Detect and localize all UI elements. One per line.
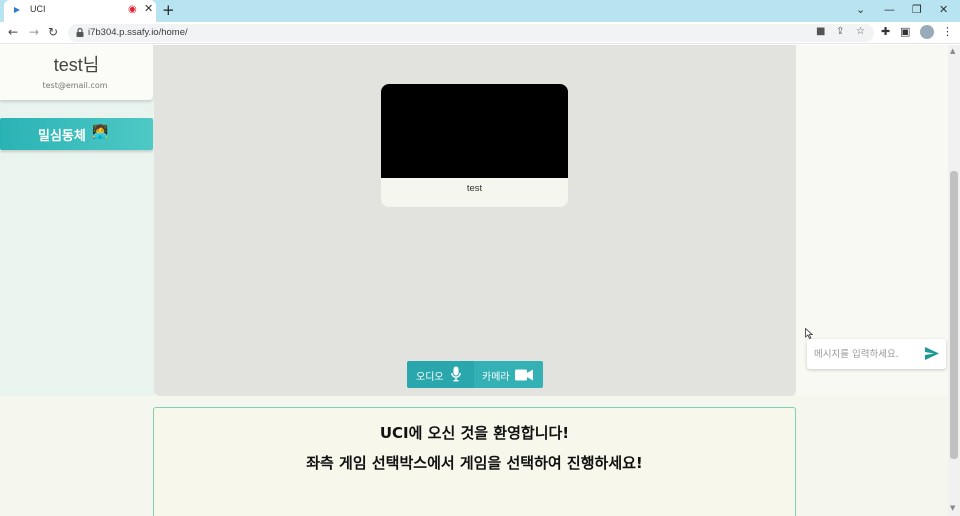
channel-button-label: 밀심동체: [38, 129, 86, 144]
welcome-panel: UCI에 오신 것을 환영합니다! 좌측 게임 선택박스에서 게임을 선택하여 …: [153, 407, 796, 516]
technologist-emoji-icon: 👩‍💻: [92, 125, 109, 140]
channel-button[interactable]: 밀심동체 👩‍💻: [0, 118, 153, 150]
video-camera-icon: [515, 369, 533, 381]
recording-indicator-icon[interactable]: ◉: [128, 4, 137, 15]
scroll-up-arrow-icon[interactable]: ▲: [950, 47, 955, 55]
user-email: test@email.com: [42, 81, 108, 90]
profile-card: test님 test@email.com: [0, 45, 153, 100]
camera-toggle-button[interactable]: 카메라: [474, 361, 543, 388]
extensions-icon[interactable]: ✚: [881, 25, 890, 38]
tab-search-icon[interactable]: ⌄: [856, 3, 865, 16]
chat-input-box: [807, 339, 946, 369]
reload-icon[interactable]: ↻: [48, 25, 58, 39]
tab-title: UCI: [30, 4, 46, 14]
page-content: test님 test@email.com 밀심동체 👩‍💻 test 오디오 카…: [0, 45, 948, 516]
browser-toolbar: ← → ↻ i7b304.p.ssafy.io/home/ ■ ⇪ ☆ ✚ ▣ …: [0, 22, 960, 44]
close-window-button[interactable]: ✕: [939, 3, 948, 16]
audio-label: 오디오: [416, 372, 444, 383]
tab-close-icon[interactable]: ✕: [144, 2, 153, 15]
participant-video-card: test: [381, 84, 568, 207]
video-stage: test 오디오 카메라: [154, 45, 796, 396]
lock-icon: [76, 28, 84, 37]
microphone-icon: [451, 366, 461, 382]
minimize-button[interactable]: —: [884, 3, 895, 16]
chat-panel: [796, 45, 948, 396]
participant-name: test: [466, 183, 483, 194]
address-bar[interactable]: i7b304.p.ssafy.io/home/ ■ ⇪ ☆: [68, 24, 874, 42]
username: test님: [53, 55, 100, 75]
browser-tab-bar: UCI ◉ ✕ + ⌄ — ❐ ✕: [0, 0, 960, 22]
share-icon[interactable]: ⇪: [836, 26, 844, 37]
left-sidebar: test님 test@email.com 밀심동체 👩‍💻: [0, 45, 154, 396]
mouse-cursor-icon: [805, 328, 813, 339]
camera-in-use-icon[interactable]: ■: [816, 26, 825, 37]
side-panel-icon[interactable]: ▣: [900, 25, 910, 38]
participant-video: [381, 84, 568, 178]
scroll-down-arrow-icon[interactable]: ▼: [950, 504, 955, 512]
welcome-heading: UCI에 오신 것을 환영합니다!: [379, 424, 570, 442]
page-scrollbar[interactable]: ▲ ▼: [948, 45, 960, 516]
chat-message-input[interactable]: [814, 347, 922, 361]
profile-avatar[interactable]: [920, 25, 934, 39]
browser-menu-icon[interactable]: ⋮: [942, 25, 953, 38]
bookmark-star-icon[interactable]: ☆: [856, 26, 865, 37]
forward-icon[interactable]: →: [29, 25, 39, 39]
site-favicon-icon: [14, 7, 20, 13]
url-text: i7b304.p.ssafy.io/home/: [88, 27, 188, 38]
new-tab-button[interactable]: +: [162, 1, 175, 19]
send-icon[interactable]: [925, 347, 939, 360]
camera-label: 카메라: [482, 372, 510, 383]
browser-tab[interactable]: UCI ◉ ✕: [4, 0, 156, 22]
welcome-instruction: 좌측 게임 선택박스에서 게임을 선택하여 진행하세요!: [306, 454, 643, 472]
scrollbar-thumb[interactable]: [950, 171, 958, 459]
back-icon[interactable]: ←: [8, 25, 18, 39]
restore-button[interactable]: ❐: [912, 3, 922, 16]
audio-toggle-button[interactable]: 오디오: [407, 361, 474, 388]
